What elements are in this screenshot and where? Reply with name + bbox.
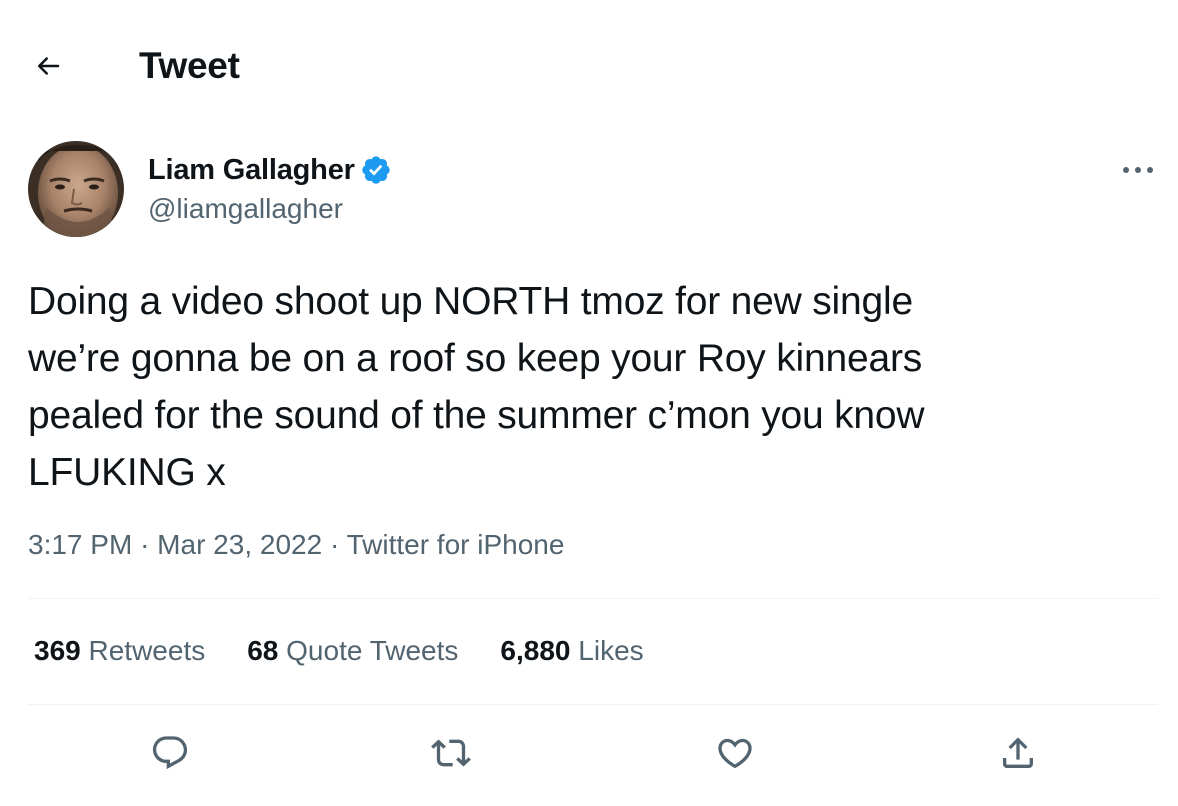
tweet-actions	[0, 725, 1178, 781]
retweets-label: Retweets	[88, 635, 206, 666]
divider	[28, 598, 1158, 599]
like-button[interactable]	[707, 725, 763, 781]
display-name: Liam Gallagher	[148, 154, 355, 186]
verified-badge-icon	[362, 156, 390, 184]
quote-tweets-count: 68	[247, 635, 279, 666]
heart-icon	[718, 738, 752, 769]
tweet-source[interactable]: Twitter for iPhone	[347, 529, 565, 560]
likes-label: Likes	[578, 635, 644, 666]
tweet-header: Tweet	[0, 0, 1178, 130]
quote-tweets-label: Quote Tweets	[286, 635, 459, 666]
reply-icon	[152, 736, 188, 770]
retweet-icon	[431, 739, 471, 767]
meta-separator: ·	[329, 529, 340, 560]
quote-tweets-stat[interactable]: 68 Quote Tweets	[247, 634, 458, 668]
tweet-date[interactable]: Mar 23, 2022	[157, 529, 322, 560]
share-icon	[1003, 737, 1033, 768]
tweet-stats: 369 Retweets 68 Quote Tweets 6,880 Likes	[34, 634, 686, 668]
tweet-time[interactable]: 3:17 PM	[28, 529, 132, 560]
author-handle[interactable]: @liamgallagher	[148, 193, 343, 225]
tweet-author: Liam Gallagher @liamgallagher	[28, 141, 1158, 241]
more-button[interactable]	[1118, 155, 1158, 185]
more-horizontal-icon	[1123, 167, 1153, 173]
avatar[interactable]	[28, 141, 124, 237]
page-title: Tweet	[139, 45, 240, 86]
share-button[interactable]	[990, 725, 1046, 781]
reply-button[interactable]	[142, 725, 198, 781]
likes-stat[interactable]: 6,880 Likes	[500, 634, 643, 668]
likes-count: 6,880	[500, 635, 571, 666]
tweet-text: Doing a video shoot up NORTH tmoz for ne…	[28, 280, 925, 494]
retweet-button[interactable]	[423, 725, 479, 781]
retweets-count: 369	[34, 635, 81, 666]
back-button[interactable]	[28, 46, 68, 86]
divider	[28, 704, 1158, 705]
avatar-image	[28, 141, 124, 237]
arrow-left-icon	[38, 57, 60, 75]
meta-separator: ·	[140, 529, 150, 560]
retweets-stat[interactable]: 369 Retweets	[34, 634, 205, 668]
tweet-meta: 3:17 PM · Mar 23, 2022 · Twitter for iPh…	[28, 528, 564, 562]
author-name-row[interactable]: Liam Gallagher	[148, 153, 392, 187]
